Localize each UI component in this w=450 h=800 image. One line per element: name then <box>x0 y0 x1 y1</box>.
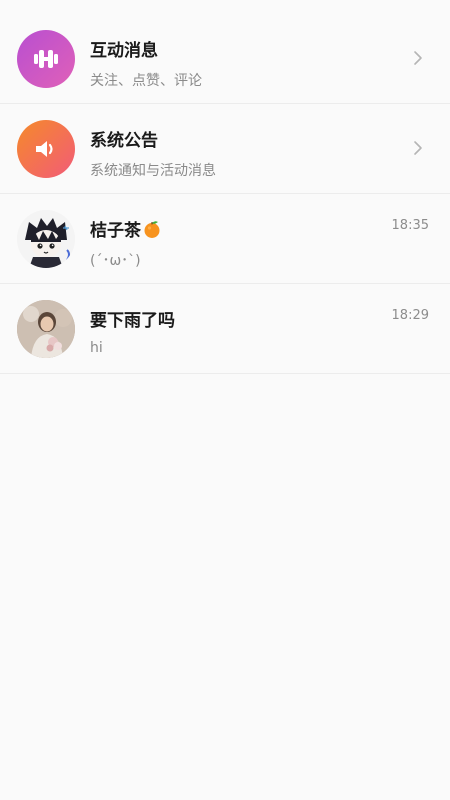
list-item-interactions[interactable]: 互动消息 关注、点赞、评论 <box>0 14 450 104</box>
item-title: 桔子茶 <box>90 216 162 241</box>
message-list: 互动消息 关注、点赞、评论 系统公告 系统通知与活动消息 桔子茶 (´･ω･`)… <box>0 14 450 374</box>
item-subtitle: 关注、点赞、评论 <box>90 73 202 89</box>
list-item-chat[interactable]: 要下雨了吗 hi 18:29 <box>0 284 450 374</box>
avatar <box>17 300 75 358</box>
chevron-right-icon <box>414 141 422 155</box>
dumbbell-icon <box>34 50 58 68</box>
item-title: 互动消息 <box>90 41 158 61</box>
system-notice-avatar <box>17 120 75 178</box>
interactions-avatar <box>17 30 75 88</box>
contact-name: 桔子茶 <box>90 221 141 241</box>
tangerine-icon <box>144 221 160 238</box>
message-time: 18:29 <box>391 308 429 323</box>
anime-character-avatar-icon <box>17 210 75 268</box>
item-title: 系统公告 <box>90 131 158 151</box>
chevron-right-icon <box>414 51 422 65</box>
last-message: hi <box>90 340 103 356</box>
person-photo-avatar-icon <box>17 300 75 358</box>
speaker-icon <box>36 141 53 157</box>
message-time: 18:35 <box>391 218 429 233</box>
list-item-chat[interactable]: 桔子茶 (´･ω･`) 18:35 <box>0 194 450 284</box>
list-item-system-notice[interactable]: 系统公告 系统通知与活动消息 <box>0 104 450 194</box>
avatar <box>17 210 75 268</box>
last-message: (´･ω･`) <box>90 253 141 269</box>
contact-name: 要下雨了吗 <box>90 311 175 331</box>
item-subtitle: 系统通知与活动消息 <box>90 163 216 179</box>
